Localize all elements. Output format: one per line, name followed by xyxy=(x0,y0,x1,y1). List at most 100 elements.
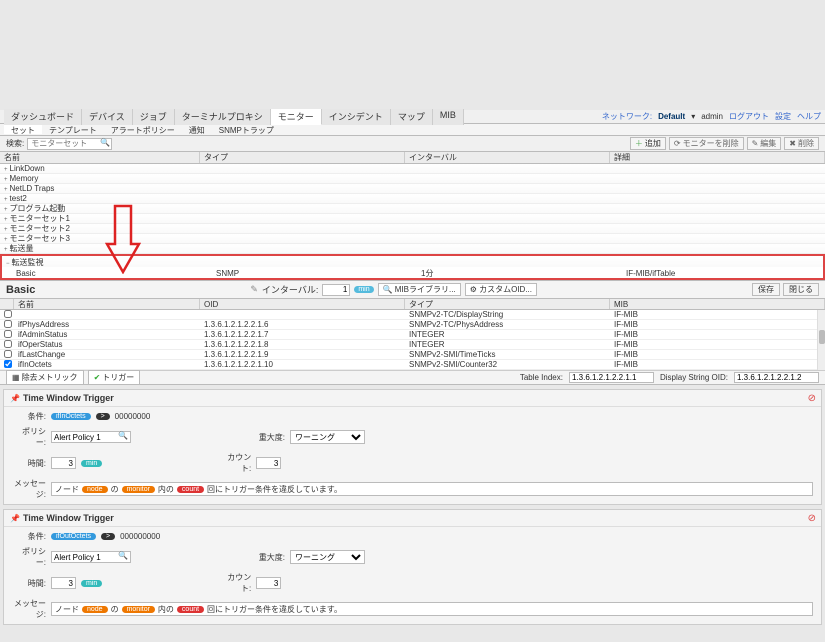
row-checkbox[interactable] xyxy=(4,340,12,348)
custom-oid-button[interactable]: ⚙ カスタムOID... xyxy=(465,283,537,296)
expand-icon[interactable]: + xyxy=(4,177,10,183)
save-button[interactable]: 保存 xyxy=(752,283,780,296)
tab-ダッシュボード[interactable]: ダッシュボード xyxy=(4,109,82,125)
count-input[interactable] xyxy=(256,577,281,589)
grid-row[interactable]: +NetLD Traps xyxy=(0,184,825,194)
close-trigger-icon[interactable]: ⊘ xyxy=(808,393,816,404)
msg-node-badge[interactable]: node xyxy=(82,486,108,493)
inner-row[interactable]: ifAdminStatus1.3.6.1.2.1.2.2.1.7INTEGERI… xyxy=(0,330,825,340)
icol-name[interactable]: 名前 xyxy=(14,299,200,309)
delete-button[interactable]: ✖削除 xyxy=(784,137,819,150)
inner-row[interactable]: ifOperStatus1.3.6.1.2.1.2.2.1.8INTEGERIF… xyxy=(0,340,825,350)
cond-field-badge[interactable]: ifInOctets xyxy=(51,413,91,420)
tab-インシデント[interactable]: インシデント xyxy=(322,109,391,125)
expand-icon[interactable]: + xyxy=(4,217,10,223)
interval-input[interactable] xyxy=(322,284,350,296)
expand-icon[interactable]: + xyxy=(4,207,10,213)
grid-row[interactable]: +LinkDown xyxy=(0,164,825,174)
subtab-通知[interactable]: 通知 xyxy=(182,125,212,134)
msg-count-badge[interactable]: count xyxy=(177,606,204,613)
severity-select[interactable]: ワーニング xyxy=(290,430,365,444)
expand-icon[interactable]: + xyxy=(4,237,10,243)
inner-row[interactable]: SNMPv2-TC/DisplayStringIF-MIB xyxy=(0,310,825,320)
grid-row[interactable]: +test2 xyxy=(0,194,825,204)
row-checkbox[interactable] xyxy=(4,350,12,358)
time-input[interactable] xyxy=(51,577,76,589)
col-interval[interactable]: インターバル xyxy=(405,152,610,163)
time-unit-badge[interactable]: min xyxy=(81,580,102,587)
message-input[interactable]: ノードnodeのmonitor内のcount回にトリガー条件を違反しています。 xyxy=(51,482,813,496)
grid-row[interactable]: +モニターセット2 xyxy=(0,224,825,234)
add-button[interactable]: ＋追加 xyxy=(630,137,666,150)
scrollbar-thumb[interactable] xyxy=(819,330,825,344)
row-checkbox[interactable] xyxy=(4,330,12,338)
grid-row[interactable]: +モニターセット3 xyxy=(0,234,825,244)
row-checkbox[interactable] xyxy=(4,310,12,318)
scrollbar[interactable] xyxy=(817,310,825,370)
settings-link[interactable]: 設定 xyxy=(775,111,791,122)
expand-icon[interactable]: + xyxy=(4,247,10,253)
tab-マップ[interactable]: マップ xyxy=(391,109,433,125)
close-button[interactable]: 閉じる xyxy=(783,283,819,296)
grid-row[interactable]: +Memory xyxy=(0,174,825,184)
help-link[interactable]: ヘルプ xyxy=(797,111,821,122)
grid-row[interactable]: +転送量 xyxy=(0,244,825,254)
display-oid-input[interactable] xyxy=(734,372,819,383)
expand-icon[interactable]: + xyxy=(4,187,10,193)
exclude-metric-button[interactable]: ▦除去メトリック xyxy=(6,370,84,385)
grid-row[interactable]: +プログラム起動 xyxy=(0,204,825,214)
edit-button[interactable]: ✎編集 xyxy=(747,137,782,150)
expanded-detail-row[interactable]: Basic SNMP 1分 IF-MIB/ifTable xyxy=(0,267,825,280)
cond-op-badge[interactable]: > xyxy=(96,413,110,420)
col-name[interactable]: 名前 xyxy=(0,152,200,163)
grid-row[interactable]: +モニターセット1 xyxy=(0,214,825,224)
msg-node-badge[interactable]: node xyxy=(82,606,108,613)
search-icon[interactable]: 🔍 xyxy=(100,138,110,147)
expand-icon[interactable]: + xyxy=(4,197,10,203)
severity-select[interactable]: ワーニング xyxy=(290,550,365,564)
col-detail[interactable]: 詳細 xyxy=(610,152,825,163)
time-input[interactable] xyxy=(51,457,76,469)
time-unit-badge[interactable]: min xyxy=(81,460,102,467)
mib-library-button[interactable]: 🔍 MIBライブラリ... xyxy=(378,283,461,296)
subtab-テンプレート[interactable]: テンプレート xyxy=(42,125,104,134)
search-icon[interactable]: 🔍 xyxy=(118,551,128,560)
trigger-button[interactable]: ✔トリガー xyxy=(88,370,141,385)
cond-op-badge[interactable]: > xyxy=(101,533,115,540)
row-checkbox[interactable] xyxy=(4,360,12,368)
inner-row[interactable]: ifLastChange1.3.6.1.2.1.2.2.1.9SNMPv2-SM… xyxy=(0,350,825,360)
edit-icon[interactable]: ✎ xyxy=(250,284,258,295)
expand-icon[interactable]: + xyxy=(4,167,10,173)
tab-MIB[interactable]: MIB xyxy=(433,109,464,125)
subtab-SNMPトラップ[interactable]: SNMPトラップ xyxy=(212,125,281,134)
close-trigger-icon[interactable]: ⊘ xyxy=(808,513,816,524)
icol-oid[interactable]: OID xyxy=(200,299,405,309)
network-value[interactable]: Default xyxy=(658,112,685,121)
count-input[interactable] xyxy=(256,457,281,469)
col-type[interactable]: タイプ xyxy=(200,152,405,163)
expand-icon[interactable]: + xyxy=(4,227,10,233)
rename-button[interactable]: ⟳モニターを削除 xyxy=(669,137,744,150)
message-input[interactable]: ノードnodeのmonitor内のcount回にトリガー条件を違反しています。 xyxy=(51,602,813,616)
msg-count-badge[interactable]: count xyxy=(177,486,204,493)
msg-monitor-badge[interactable]: monitor xyxy=(122,606,155,613)
subtab-アラートポリシー[interactable]: アラートポリシー xyxy=(104,125,182,134)
inner-row[interactable]: ifPhysAddress1.3.6.1.2.1.2.2.1.6SNMPv2-T… xyxy=(0,320,825,330)
icol-mib[interactable]: MIB xyxy=(610,299,825,309)
row-checkbox[interactable] xyxy=(4,320,12,328)
cond-field-badge[interactable]: ifOutOctets xyxy=(51,533,96,540)
inner-row[interactable]: ifInOctets1.3.6.1.2.1.2.2.1.10SNMPv2-SMI… xyxy=(0,360,825,370)
interval-unit[interactable]: min xyxy=(354,286,373,293)
search-icon[interactable]: 🔍 xyxy=(118,431,128,440)
grid-row-expanded[interactable]: −転送監視 xyxy=(0,254,825,267)
tab-ターミナルプロキシ[interactable]: ターミナルプロキシ xyxy=(175,109,271,125)
tab-ジョブ[interactable]: ジョブ xyxy=(133,109,175,125)
table-index-input[interactable] xyxy=(569,372,654,383)
icol-type[interactable]: タイプ xyxy=(405,299,610,309)
trigger-panel: 📌Time Window Trigger⊘条件:ifOutOctets>0000… xyxy=(3,509,822,625)
logout-link[interactable]: ログアウト xyxy=(729,111,769,122)
msg-monitor-badge[interactable]: monitor xyxy=(122,486,155,493)
subtab-セット[interactable]: セット xyxy=(4,125,42,134)
tab-デバイス[interactable]: デバイス xyxy=(82,109,133,125)
tab-モニター[interactable]: モニター xyxy=(271,109,322,125)
